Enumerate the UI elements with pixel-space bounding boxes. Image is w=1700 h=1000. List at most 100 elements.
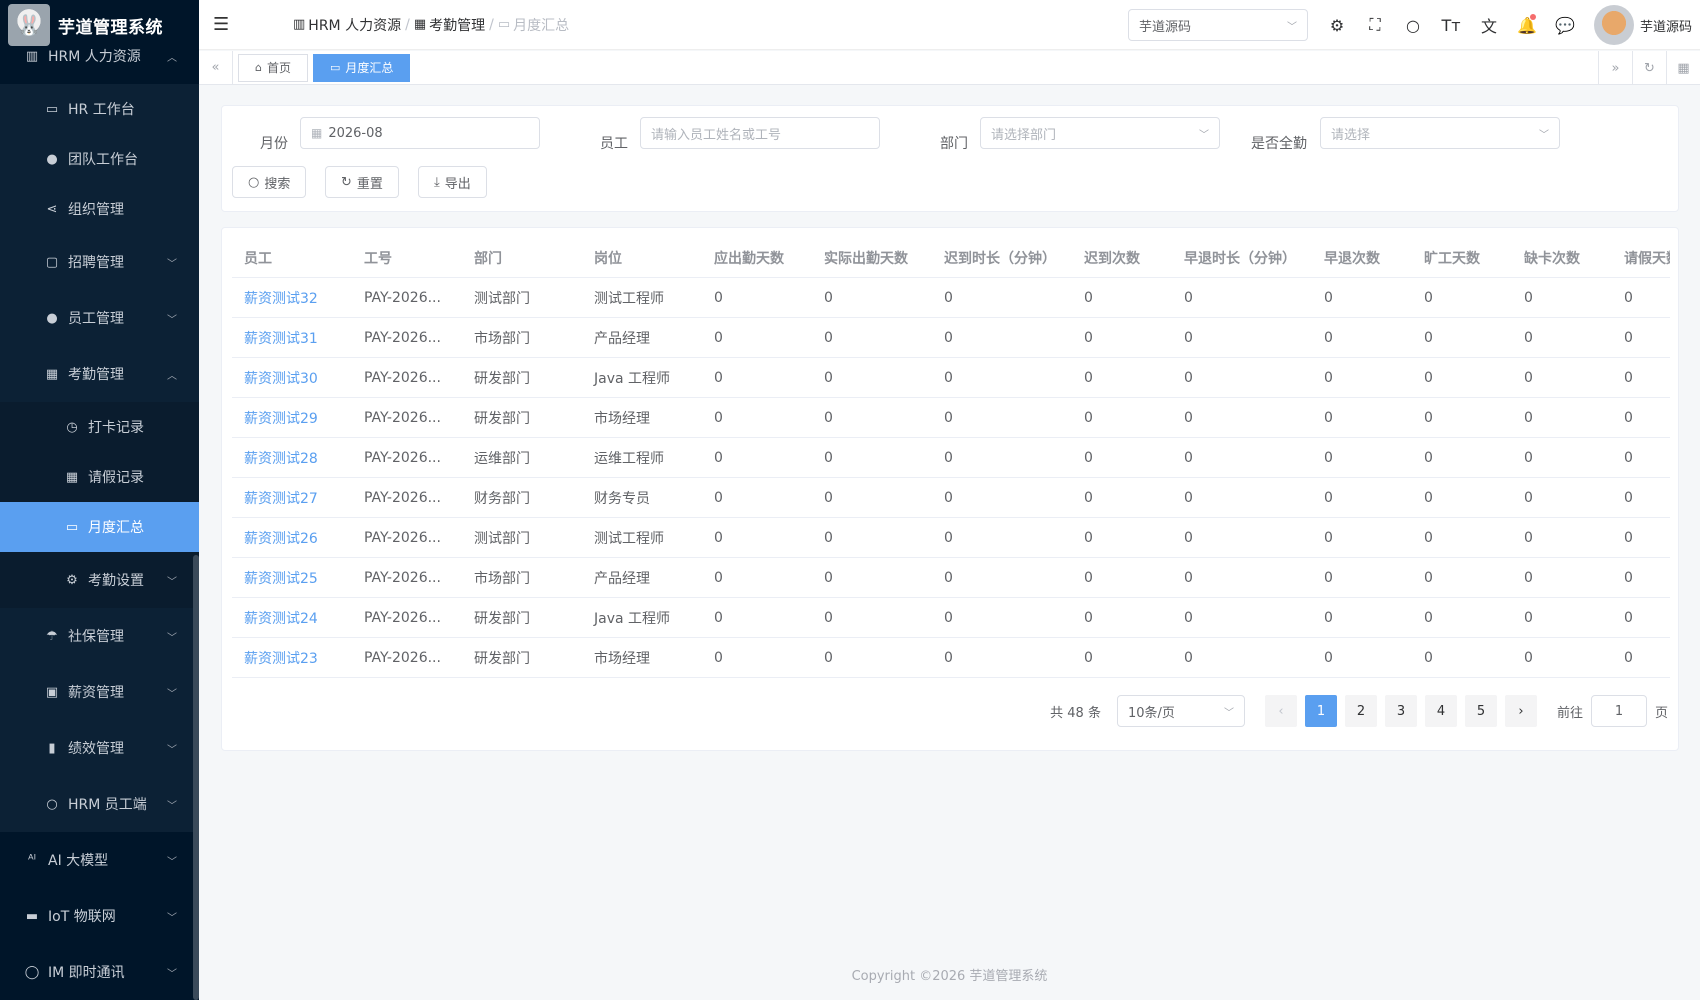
column-header: 员工 [244,250,272,267]
translate-icon[interactable]: 文 [1470,13,1508,37]
hamburger-icon[interactable]: ☰ [213,14,233,35]
sidebar-item-attendance-settings[interactable]: ⚙ 考勤设置 ﹀ [0,552,199,608]
breadcrumb-item-hrm[interactable]: ▥ HRM 人力资源 [293,15,401,35]
message-icon[interactable]: 💬 [1546,16,1584,35]
search-button[interactable]: ○ 搜索 [232,166,307,198]
employee-link[interactable]: 薪资测试25 [232,568,352,588]
sidebar-item-team-workbench[interactable]: ● 团队工作台 [0,134,199,184]
table-cell: 0 [1084,649,1093,666]
bell-icon[interactable]: 🔔 [1508,13,1546,35]
font-size-icon[interactable]: Tт [1432,16,1470,35]
employee-link[interactable]: 薪资测试24 [232,608,352,628]
page-button-3[interactable]: 3 [1384,695,1417,727]
table-cell: 0 [1084,489,1093,506]
goto-page-input[interactable]: 1 [1590,695,1647,727]
gear-icon[interactable]: ⚙ [1318,16,1356,35]
table-row: 薪资测试24 PAY-2026... 研发部门 Java 工程师 0 0 0 0 0 0 0 0 0 [232,598,1670,638]
table-cell: 0 [1184,569,1193,586]
sidebar-item-recruit[interactable]: ▢ 招聘管理 ﹀ [0,234,199,290]
username[interactable]: 芋道源码 [1640,16,1692,35]
tenant-select[interactable]: 芋道源码 ﹀ [1127,9,1308,41]
page-suffix: 页 [1654,705,1668,721]
page-button-4[interactable]: 4 [1424,695,1457,727]
page-button-2[interactable]: 2 [1344,695,1377,727]
goto-label: 前往 [1556,705,1583,721]
sidebar-item-monthly-summary[interactable]: ▭ 月度汇总 [0,502,199,552]
breadcrumb-separator: / [405,16,410,33]
table-cell: 0 [1524,609,1533,626]
full-attendance-select[interactable]: 请选择 ﹀ [1320,117,1560,149]
table-cell: 0 [1524,449,1533,466]
employee-link[interactable]: 薪资测试32 [232,288,352,308]
dept-select[interactable]: 请选择部门 ﹀ [980,117,1220,149]
sidebar-item-employee[interactable]: ● 员工管理 ﹀ [0,290,199,346]
employee-link[interactable]: 薪资测试31 [232,328,352,348]
tab-monthly-summary[interactable]: ▭ 月度汇总 [313,53,411,82]
table-cell: 0 [714,369,723,386]
table-cell: PAY-2026... [364,409,441,426]
chevron-down-icon: ﹀ [167,968,177,980]
user-icon: ● [46,310,58,326]
sidebar-item-performance[interactable]: ▮ 绩效管理 ﹀ [0,720,199,776]
table-cell: 研发部门 [474,650,530,667]
sidebar-item-leave-record[interactable]: ▦ 请假记录 [0,452,199,502]
sidebar-item-hr-workbench[interactable]: ▭ HR 工作台 [0,84,199,134]
tab-actions: » ↻ ▦ [1598,51,1700,85]
fullscreen-icon[interactable]: ⛶ [1356,15,1394,35]
sidebar-item-salary[interactable]: ▣ 薪资管理 ﹀ [0,664,199,720]
table-cell: 0 [1424,489,1433,506]
sidebar-item-im[interactable]: ◯ IM 即时通讯 ﹀ [0,944,199,1000]
monitor-icon: ▭ [65,519,79,535]
table-cell: 0 [714,449,723,466]
next-page-button[interactable]: › [1504,695,1537,727]
export-button[interactable]: ⤓ 导出 [418,166,487,198]
calendar-icon: ▦ [65,469,79,485]
search-icon[interactable]: ○ [1394,16,1432,35]
sidebar-item-hrm[interactable]: ▥ HRM 人力资源 ︿ [0,36,199,76]
employee-link[interactable]: 薪资测试23 [232,648,352,668]
sidebar-item-org[interactable]: ⋖ 组织管理 [0,184,199,234]
employee-link[interactable]: 薪资测试30 [232,368,352,388]
avatar[interactable] [1593,5,1634,45]
table-cell: 0 [1084,569,1093,586]
employee-link[interactable]: 薪资测试26 [232,528,352,548]
root-menu: ᴬᴵ AI 大模型 ﹀ ▬ IoT 物联网 ﹀ ◯ IM 即时通讯 ﹀ [0,832,199,1000]
table-cell: 0 [1624,369,1633,386]
sidebar-item-label: HRM 人力资源 [48,49,141,65]
table-cell: 0 [714,489,723,506]
search-icon: ○ [248,174,260,190]
breadcrumb-item-attendance[interactable]: ▦ 考勤管理 [414,15,485,35]
double-chevron-right-icon[interactable]: » [1598,51,1632,85]
page-size-select[interactable]: 10条/页 ﹀ [1116,695,1245,727]
sidebar-item-label: 打卡记录 [88,420,144,436]
pagination-total: 共 48 条 [1050,705,1101,721]
table-cell: PAY-2026... [364,329,441,346]
sidebar-item-ai[interactable]: ᴬᴵ AI 大模型 ﹀ [0,832,199,888]
sidebar-item-hrm-employee[interactable]: ○ HRM 员工端 ﹀ [0,776,199,832]
page-button-1[interactable]: 1 [1304,695,1337,727]
column-header: 旷工天数 [1424,250,1480,267]
reset-button[interactable]: ↻ 重置 [325,166,399,198]
sidebar-item-iot[interactable]: ▬ IoT 物联网 ﹀ [0,888,199,944]
sidebar-item-punch-record[interactable]: ◷ 打卡记录 [0,402,199,452]
employee-link[interactable]: 薪资测试28 [232,448,352,468]
grid-icon[interactable]: ▦ [1666,51,1700,85]
sidebar-item-social-security[interactable]: ☂ 社保管理 ﹀ [0,608,199,664]
table-cell: 0 [944,609,953,626]
table-cell: 0 [1424,289,1433,306]
double-chevron-left-icon[interactable]: « [199,50,233,85]
table-cell: 0 [1424,649,1433,666]
sidebar-item-attendance[interactable]: ▦ 考勤管理 ︿ [0,346,199,402]
table-row: 薪资测试30 PAY-2026... 研发部门 Java 工程师 0 0 0 0 0 0 0 0 0 [232,358,1670,398]
sidebar-scrollbar[interactable] [193,555,199,1000]
refresh-icon[interactable]: ↻ [1632,51,1666,85]
employee-input[interactable]: 请输入员工姓名或工号 [640,117,880,149]
employee-link[interactable]: 薪资测试27 [232,488,352,508]
prev-page-button[interactable]: ‹ [1264,695,1297,727]
table-cell: 0 [824,409,833,426]
table-cell: PAY-2026... [364,529,441,546]
employee-link[interactable]: 薪资测试29 [232,408,352,428]
month-picker[interactable]: ▦ 2026-08 [300,117,540,149]
tab-home[interactable]: ⌂ 首页 [238,53,308,82]
page-button-5[interactable]: 5 [1464,695,1497,727]
